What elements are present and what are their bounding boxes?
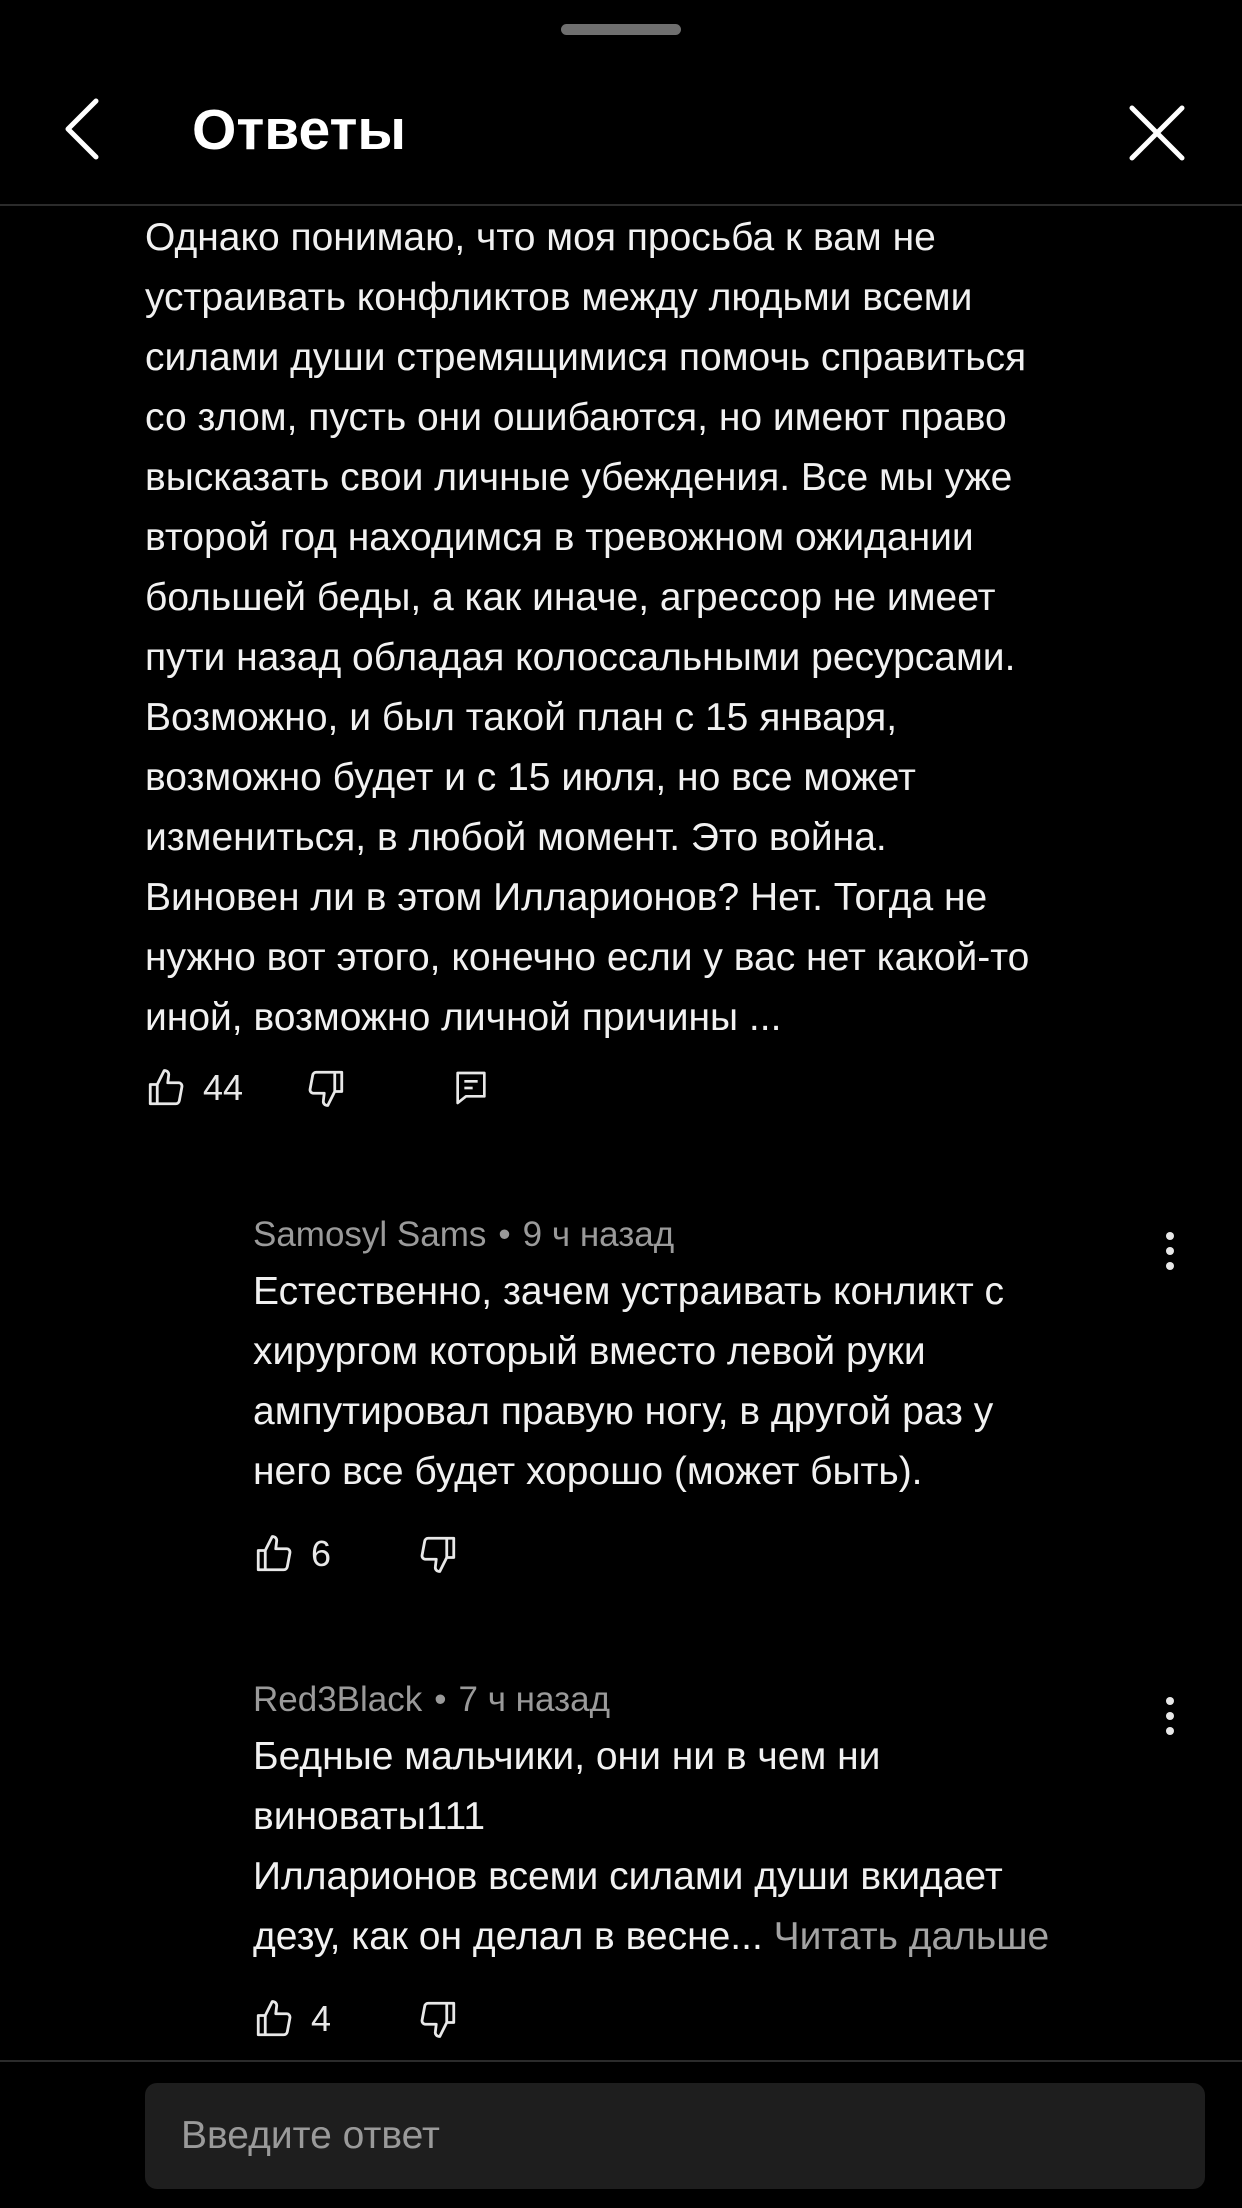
comment-line: нужно вот этого, конечно если у вас нет … xyxy=(145,936,1030,979)
reply-line: дезу, как он делал в весне... Читать дал… xyxy=(253,1907,1193,1967)
comment-line: пути назад обладая колоссальными ресурса… xyxy=(145,636,1016,679)
thumbs-up-icon xyxy=(256,2000,292,2037)
reply-text: Естественно, зачем устраивать конликт с … xyxy=(253,1262,1193,1502)
like-count: 44 xyxy=(203,1067,244,1108)
meta-separator: • xyxy=(434,1680,447,1719)
reply-more-button[interactable] xyxy=(1152,1221,1188,1281)
dislike-button[interactable] xyxy=(305,1067,347,1109)
comment-line: иной, возможно личной причины ... xyxy=(145,996,782,1039)
reply-line: него все будет хорошо (может быть). xyxy=(253,1450,923,1493)
comment-line: возможно будет и с 15 июля, но все может xyxy=(145,756,916,799)
header: Ответы xyxy=(0,60,1242,204)
comment-line: Возможно, и был такой план с 15 января, xyxy=(145,696,898,739)
comment-line: измениться, в любой момент. Это война. xyxy=(145,816,887,859)
close-button[interactable] xyxy=(1124,100,1190,166)
reply-actions: 6 xyxy=(253,1529,459,1579)
comment-line: устраивать конфликтов между людьми всеми xyxy=(145,276,973,319)
comment-actions: 44 xyxy=(145,1063,491,1113)
reply-line: ампутировал правую ногу, в другой раз у xyxy=(253,1390,994,1433)
reply-line: Илларионов всеми силами души вкидает xyxy=(253,1855,1003,1898)
page-title: Ответы xyxy=(192,98,407,162)
reply-item: Red3Black • 7 ч назад Бедные мальчики, они… xyxy=(253,1675,1193,1967)
more-vert-icon xyxy=(1166,1697,1174,1735)
reply-author[interactable]: Samosyl Sams xyxy=(253,1215,486,1254)
reply-line: хирургом который вместо левой руки xyxy=(253,1330,926,1373)
like-button[interactable] xyxy=(253,1533,295,1575)
like-count: 4 xyxy=(311,1998,332,2039)
reply-line: Бедные мальчики, они ни в чем ни xyxy=(253,1735,881,1778)
meta-separator: • xyxy=(498,1215,511,1254)
replies-thread[interactable]: Однако понимаю, что моя просьба к вам не… xyxy=(0,206,1242,2060)
reply-more-button[interactable] xyxy=(1152,1686,1188,1746)
comment-line: второй год находимся в тревожном ожидани… xyxy=(145,516,974,559)
more-vert-icon xyxy=(1166,1232,1174,1270)
comment-line: силами души стремящимися помочь справить… xyxy=(145,336,1027,379)
reply-meta: Samosyl Sams • 9 ч назад xyxy=(253,1210,1193,1260)
reply-input[interactable] xyxy=(145,2083,1205,2189)
read-more-link[interactable]: Читать дальше xyxy=(774,1915,1050,1958)
thumbs-down-icon xyxy=(308,1070,344,1107)
chevron-left-icon xyxy=(65,98,99,160)
drag-handle[interactable] xyxy=(561,24,681,35)
comment-line: большей беды, а как иначе, агрессор не и… xyxy=(145,576,996,619)
comment-line: высказать свои личные убеждения. Все мы … xyxy=(145,456,1013,499)
thumbs-down-icon xyxy=(420,1536,456,1573)
footer-divider xyxy=(0,2060,1242,2062)
comment-icon xyxy=(456,1071,486,1105)
reply-time: 9 ч назад xyxy=(522,1215,675,1254)
reply-line: Естественно, зачем устраивать конликт с xyxy=(253,1270,1005,1313)
reply-text: Бедные мальчики, они ни в чем ни виноват… xyxy=(253,1727,1193,1967)
reply-author[interactable]: Red3Black xyxy=(253,1680,422,1719)
reply-line-text: дезу, как он делал в весне... xyxy=(253,1915,763,1958)
reply-line: виноваты111 xyxy=(253,1795,486,1838)
reply-button[interactable] xyxy=(451,1067,491,1109)
comment-line: Виновен ли в этом Илларионов? Нет. Тогда… xyxy=(145,876,988,919)
reply-time: 7 ч назад xyxy=(458,1680,611,1719)
reply-item: Samosyl Sams • 9 ч назад Естественно, заче… xyxy=(253,1210,1193,1502)
thumbs-down-icon xyxy=(420,2001,456,2038)
reply-actions: 4 xyxy=(253,1994,459,2044)
thumbs-up-icon xyxy=(148,1069,184,1106)
like-button[interactable] xyxy=(145,1067,187,1109)
comment-text: Однако понимаю, что моя просьба к вам не… xyxy=(145,208,1175,1048)
reply-meta: Red3Black • 7 ч назад xyxy=(253,1675,1193,1725)
close-icon xyxy=(1129,105,1185,161)
thumbs-up-icon xyxy=(256,1535,292,1572)
dislike-button[interactable] xyxy=(417,1533,459,1575)
back-button[interactable] xyxy=(52,94,112,164)
comment-line: со злом, пусть они ошибаются, но имеют п… xyxy=(145,396,1007,439)
comment-line: Однако понимаю, что моя просьба к вам не xyxy=(145,216,936,259)
dislike-button[interactable] xyxy=(417,1998,459,2040)
like-button[interactable] xyxy=(253,1998,295,2040)
like-count: 6 xyxy=(311,1533,332,1574)
